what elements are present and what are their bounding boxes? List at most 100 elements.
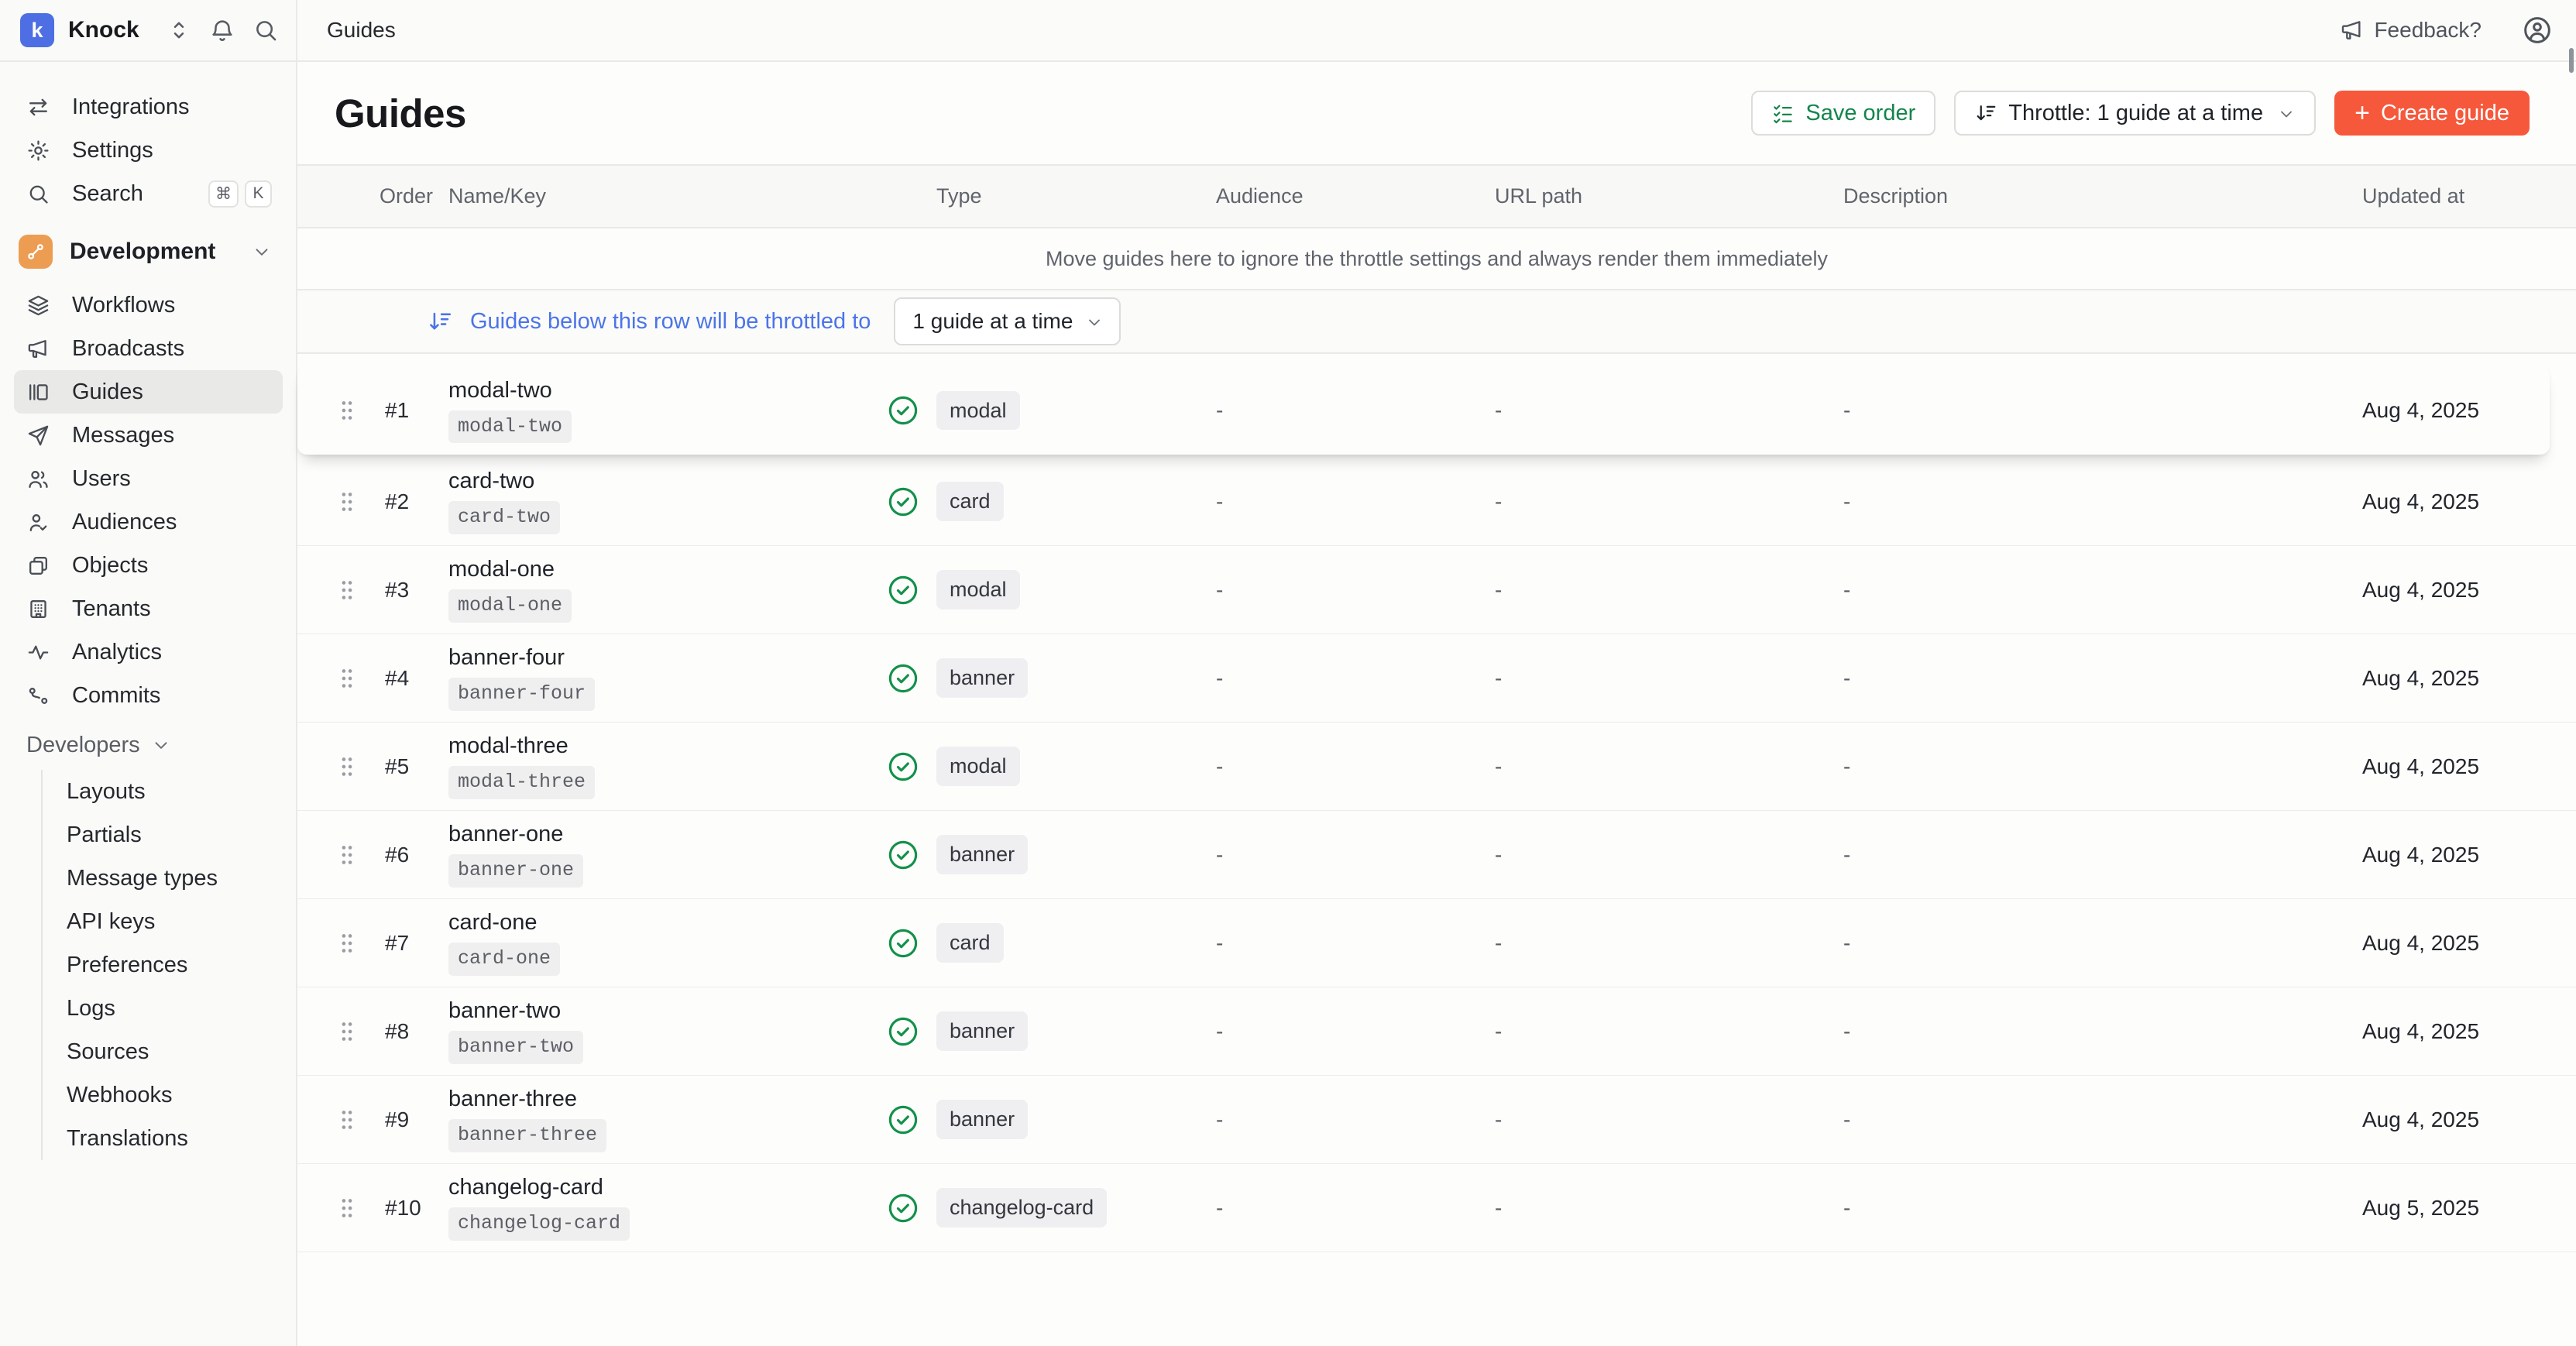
sidebar-item-tenants[interactable]: Tenants bbox=[14, 587, 283, 630]
guide-row-banner-one[interactable]: #6 banner-one banner-one banner - - - Au… bbox=[297, 811, 2576, 899]
url-path-value: - bbox=[1495, 489, 1843, 514]
updated-at-value: Aug 4, 2025 bbox=[2362, 931, 2576, 956]
commit-icon bbox=[26, 684, 50, 708]
guide-row-modal-three[interactable]: #5 modal-three modal-three modal - - - A… bbox=[297, 723, 2576, 811]
column-header-name-key: Name/Key bbox=[448, 184, 936, 208]
status-active-check-icon bbox=[887, 1015, 936, 1048]
guide-row-card-one[interactable]: #7 card-one card-one card - - - Aug 4, 2… bbox=[297, 899, 2576, 987]
type-cell: card bbox=[936, 923, 1216, 962]
sidebar-item-guides[interactable]: Guides bbox=[14, 370, 283, 414]
updated-at-value: Aug 4, 2025 bbox=[2362, 578, 2576, 603]
guide-name[interactable]: changelog-card bbox=[448, 1175, 603, 1200]
sidebar-subitem-preferences[interactable]: Preferences bbox=[43, 943, 296, 987]
guide-name[interactable]: banner-four bbox=[448, 645, 565, 671]
guide-name[interactable]: modal-two bbox=[448, 378, 552, 403]
sidebar-subitem-logs[interactable]: Logs bbox=[43, 987, 296, 1030]
megaphone-icon bbox=[26, 337, 50, 361]
create-guide-button[interactable]: + Create guide bbox=[2334, 91, 2530, 136]
feedback-button[interactable]: Feedback? bbox=[2340, 18, 2482, 43]
description-value: - bbox=[1843, 754, 2362, 779]
unfold-workspaces-icon[interactable] bbox=[166, 17, 192, 43]
guide-row-card-two[interactable]: #2 card-two card-two card - - - Aug 4, 2… bbox=[297, 458, 2576, 546]
drag-handle-icon[interactable] bbox=[297, 755, 380, 778]
type-badge: banner bbox=[936, 1011, 1028, 1050]
sidebar-item-workflows[interactable]: Workflows bbox=[14, 283, 283, 327]
notifications-bell-icon[interactable] bbox=[209, 17, 235, 43]
drag-handle-icon[interactable] bbox=[297, 1020, 380, 1043]
url-path-value: - bbox=[1495, 1107, 1843, 1132]
url-path-value: - bbox=[1495, 931, 1843, 956]
throttle-value-dropdown[interactable]: 1 guide at a time bbox=[894, 297, 1121, 345]
description-value: - bbox=[1843, 843, 2362, 867]
sidebar-subitem-sources[interactable]: Sources bbox=[43, 1030, 296, 1073]
environment-switcher[interactable]: Development bbox=[14, 226, 283, 277]
sidebar-item-audiences[interactable]: Audiences bbox=[14, 500, 283, 544]
sidebar-subitem-webhooks[interactable]: Webhooks bbox=[43, 1073, 296, 1117]
search-icon[interactable] bbox=[252, 17, 279, 43]
guide-name[interactable]: modal-one bbox=[448, 557, 555, 582]
type-badge: banner bbox=[936, 658, 1028, 697]
sidebar-item-users[interactable]: Users bbox=[14, 457, 283, 500]
page-header: Guides Save order Throttle: 1 guide at a… bbox=[297, 62, 2576, 164]
guide-key-badge: modal-three bbox=[448, 766, 595, 799]
sidebar-item-search[interactable]: Search⌘K bbox=[14, 172, 283, 215]
sidebar-item-label: Analytics bbox=[72, 640, 272, 665]
guide-name[interactable]: card-one bbox=[448, 910, 537, 936]
guide-name[interactable]: banner-three bbox=[448, 1087, 577, 1112]
sidebar-subitem-api-keys[interactable]: API keys bbox=[43, 900, 296, 943]
drag-handle-icon[interactable] bbox=[297, 1108, 380, 1131]
sidebar-item-commits[interactable]: Commits bbox=[14, 674, 283, 717]
drag-handle-icon[interactable] bbox=[297, 490, 380, 513]
sidebar-subitem-translations[interactable]: Translations bbox=[43, 1117, 296, 1160]
sidebar-item-settings[interactable]: Settings bbox=[14, 129, 283, 172]
guide-name[interactable]: modal-three bbox=[448, 733, 568, 759]
megaphone-icon bbox=[2340, 18, 2365, 43]
knock-logo: k bbox=[20, 13, 54, 47]
guide-row-modal-two[interactable]: #1 modal-two modal-two modal - - - Aug 4… bbox=[297, 366, 2550, 455]
user-avatar-icon[interactable] bbox=[2522, 15, 2553, 46]
drag-handle-icon[interactable] bbox=[297, 932, 380, 955]
guide-row-modal-one[interactable]: #3 modal-one modal-one modal - - - Aug 4… bbox=[297, 546, 2576, 634]
name-key-cell: banner-one banner-one bbox=[448, 822, 887, 888]
description-value: - bbox=[1843, 931, 2362, 956]
save-order-button[interactable]: Save order bbox=[1751, 91, 1935, 136]
developers-section-toggle[interactable]: Developers bbox=[26, 723, 283, 767]
sidebar-item-broadcasts[interactable]: Broadcasts bbox=[14, 327, 283, 370]
column-header-type: Type bbox=[936, 184, 1216, 208]
drag-handle-icon[interactable] bbox=[297, 843, 380, 867]
type-cell: modal bbox=[936, 570, 1216, 609]
table-header-row: Order Name/Key Type Audience URL path De… bbox=[297, 164, 2576, 228]
guide-row-banner-three[interactable]: #9 banner-three banner-three banner - - … bbox=[297, 1076, 2576, 1164]
throttle-divider-link[interactable]: Guides below this row will be throttled … bbox=[470, 309, 871, 335]
sidebar-subitem-layouts[interactable]: Layouts bbox=[43, 770, 296, 813]
drag-handle-icon[interactable] bbox=[297, 399, 380, 422]
type-badge: banner bbox=[936, 835, 1028, 874]
type-cell: card bbox=[936, 482, 1216, 520]
drag-handle-icon[interactable] bbox=[297, 667, 380, 690]
guide-row-banner-two[interactable]: #8 banner-two banner-two banner - - - Au… bbox=[297, 987, 2576, 1076]
sidebar-item-analytics[interactable]: Analytics bbox=[14, 630, 283, 674]
sidebar-subitem-message-types[interactable]: Message types bbox=[43, 857, 296, 900]
workspace-switcher[interactable]: k Knock bbox=[0, 0, 296, 62]
building-icon bbox=[26, 597, 50, 621]
copy-icon bbox=[26, 554, 50, 578]
drag-handle-icon[interactable] bbox=[297, 579, 380, 602]
guide-name[interactable]: banner-two bbox=[448, 998, 561, 1024]
throttle-dropdown-button[interactable]: Throttle: 1 guide at a time bbox=[1954, 91, 2316, 136]
type-badge: changelog-card bbox=[936, 1188, 1107, 1227]
order-number: #6 bbox=[380, 843, 448, 867]
sidebar-subitem-partials[interactable]: Partials bbox=[43, 813, 296, 857]
description-value: - bbox=[1843, 398, 2362, 423]
guide-name[interactable]: banner-one bbox=[448, 822, 563, 847]
sidebar-item-objects[interactable]: Objects bbox=[14, 544, 283, 587]
audience-value: - bbox=[1216, 489, 1495, 514]
sidebar-item-integrations[interactable]: Integrations bbox=[14, 85, 283, 129]
guide-row-banner-four[interactable]: #4 banner-four banner-four banner - - - … bbox=[297, 634, 2576, 723]
type-badge: card bbox=[936, 482, 1004, 520]
sidebar-item-messages[interactable]: Messages bbox=[14, 414, 283, 457]
guide-row-changelog-card[interactable]: #10 changelog-card changelog-card change… bbox=[297, 1164, 2576, 1252]
guide-name[interactable]: card-two bbox=[448, 469, 534, 494]
drag-handle-icon[interactable] bbox=[297, 1197, 380, 1220]
unthrottled-dropzone[interactable]: Move guides here to ignore the throttle … bbox=[297, 228, 2576, 290]
scrollbar-thumb[interactable] bbox=[2569, 48, 2574, 73]
